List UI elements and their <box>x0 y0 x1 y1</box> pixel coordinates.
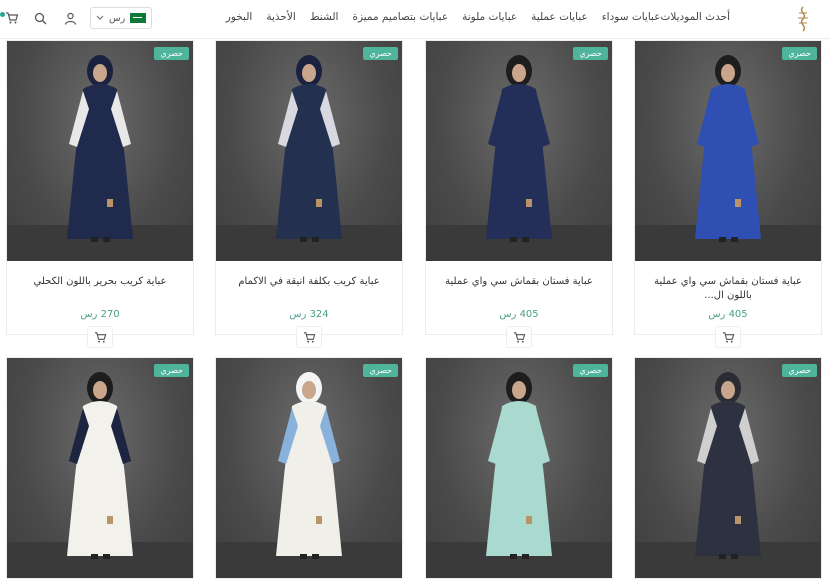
brand-logo[interactable] <box>788 4 818 34</box>
product-title[interactable]: عباية كريب بكلفة انيقة في الاكمام <box>224 275 394 289</box>
user-icon <box>64 12 76 25</box>
cart-icon <box>722 331 734 343</box>
currency-label: رس <box>109 12 126 24</box>
product-card[interactable]: حصري عباية كريب بحرير باللون الكحلي 270 … <box>6 40 194 335</box>
model-photo <box>276 372 342 559</box>
product-card[interactable]: حصري <box>425 357 613 579</box>
product-image[interactable]: حصري <box>7 358 193 578</box>
product-card[interactable]: حصري <box>6 357 194 579</box>
exclusive-badge: حصري <box>363 364 398 377</box>
product-info: عباية فستان بقماش سي واي عملية باللون ال… <box>635 261 821 334</box>
nav-item-latest[interactable]: أحدث الموديلات <box>660 11 730 23</box>
product-image[interactable]: حصري <box>426 358 612 578</box>
currency-selector[interactable]: رس <box>90 7 153 29</box>
add-to-cart-button[interactable] <box>506 326 532 348</box>
product-card[interactable]: حصري <box>634 357 822 579</box>
product-info: عباية فستان بقماش سي واي عملية 405 رس <box>426 261 612 334</box>
product-card[interactable]: حصري عباية فستان بقماش سي واي عملية بالل… <box>634 40 822 335</box>
product-image[interactable]: حصري <box>216 358 402 578</box>
exclusive-badge: حصري <box>363 47 398 60</box>
nav-item-colored-abayas[interactable]: عبايات ملونة <box>462 11 517 23</box>
product-info: عباية كريب بحرير باللون الكحلي 270 رس <box>7 261 193 334</box>
product-price: 405 رس <box>499 309 539 320</box>
product-image[interactable]: حصري <box>635 358 821 578</box>
add-to-cart-button[interactable] <box>87 326 113 348</box>
model-photo <box>486 55 552 242</box>
model-photo <box>486 372 552 559</box>
site-header: أحدث الموديلات عبايات سوداء عبايات عملية… <box>0 0 830 39</box>
model-photo <box>695 372 761 559</box>
product-title[interactable]: عباية كريب بحرير باللون الكحلي <box>15 275 185 289</box>
product-image[interactable]: حصري <box>635 41 821 261</box>
product-price: 405 رس <box>708 309 748 320</box>
product-price: 270 رس <box>80 309 120 320</box>
model-photo <box>67 372 133 559</box>
cart-button[interactable] <box>0 6 24 30</box>
saudi-flag-icon <box>130 13 147 23</box>
product-info: عباية كريب بكلفة انيقة في الاكمام 324 رس <box>216 261 402 334</box>
product-image[interactable]: حصري <box>426 41 612 261</box>
product-card[interactable]: حصري عباية فستان بقماش سي واي عملية 405 … <box>425 40 613 335</box>
model-photo <box>276 55 342 242</box>
cart-icon <box>513 331 525 343</box>
nav-item-shoes[interactable]: الأحذية <box>266 11 295 23</box>
nav-item-practical-abayas[interactable]: عبايات عملية <box>531 11 588 23</box>
exclusive-badge: حصري <box>154 47 189 60</box>
header-tools: رس <box>0 6 153 30</box>
search-icon <box>34 12 46 24</box>
exclusive-badge: حصري <box>782 364 817 377</box>
product-price: 324 رس <box>289 309 329 320</box>
search-button[interactable] <box>28 6 52 30</box>
product-title[interactable]: عباية فستان بقماش سي واي عملية <box>434 275 604 289</box>
product-card[interactable]: حصري عباية كريب بكلفة انيقة في الاكمام 3… <box>215 40 403 335</box>
cart-icon <box>6 12 19 24</box>
product-image[interactable]: حصري <box>216 41 402 261</box>
cart-icon <box>303 331 315 343</box>
nav-item-special-designs[interactable]: عبايات بتصاميم مميزة <box>352 11 448 23</box>
cart-icon <box>94 331 106 343</box>
add-to-cart-button[interactable] <box>296 326 322 348</box>
cart-count-dot <box>0 12 5 17</box>
nav-item-black-abayas[interactable]: عبايات سوداء <box>602 11 661 23</box>
exclusive-badge: حصري <box>154 364 189 377</box>
exclusive-badge: حصري <box>573 364 608 377</box>
nav-item-incense[interactable]: البخور <box>226 11 253 23</box>
add-to-cart-button[interactable] <box>715 326 741 348</box>
exclusive-badge: حصري <box>782 47 817 60</box>
product-image[interactable]: حصري <box>7 41 193 261</box>
account-button[interactable] <box>58 6 82 30</box>
main-nav: أحدث الموديلات عبايات سوداء عبايات عملية… <box>212 11 730 23</box>
exclusive-badge: حصري <box>573 47 608 60</box>
product-title[interactable]: عباية فستان بقماش سي واي عملية باللون ال… <box>643 275 813 303</box>
product-card[interactable]: حصري <box>215 357 403 579</box>
model-photo <box>67 55 133 242</box>
chevron-down-icon <box>96 15 104 20</box>
model-photo <box>695 55 761 242</box>
nav-item-bags[interactable]: الشنط <box>310 11 339 23</box>
